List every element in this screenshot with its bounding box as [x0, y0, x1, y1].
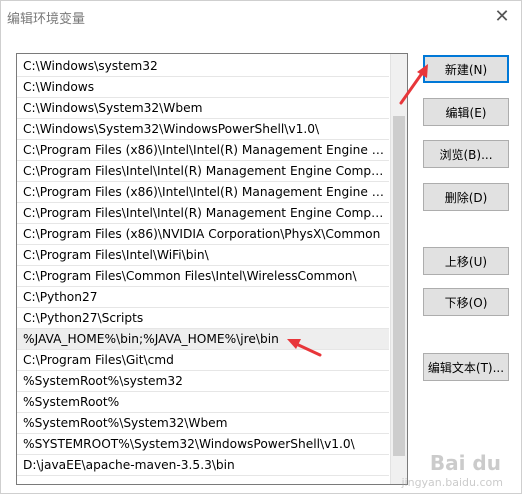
- path-list-item[interactable]: C:\Program Files (x86)\Intel\Intel(R) Ma…: [17, 140, 389, 161]
- close-button[interactable]: ✕: [489, 3, 515, 29]
- window-title: 编辑环境变量: [7, 12, 86, 27]
- path-list-item[interactable]: %SystemRoot%: [17, 392, 389, 413]
- path-list-item[interactable]: C:\Python27\Scripts: [17, 308, 389, 329]
- edit-button[interactable]: 编辑(E): [423, 98, 509, 126]
- path-list-item[interactable]: C:\Program Files\Intel\WiFi\bin\: [17, 245, 389, 266]
- watermark-url: jingyan.baidu.com: [401, 476, 503, 489]
- move-down-button[interactable]: 下移(O): [423, 288, 509, 316]
- path-list-item[interactable]: C:\Program Files (x86)\Intel\Intel(R) Ma…: [17, 182, 389, 203]
- path-list-item[interactable]: C:\Windows\System32\WindowsPowerShell\v1…: [17, 119, 389, 140]
- annotation-arrow-java-home: [287, 339, 322, 357]
- path-list-item[interactable]: C:\Windows\System32\Wbem: [17, 98, 389, 119]
- close-icon: ✕: [494, 5, 510, 27]
- browse-button[interactable]: 浏览(B)...: [423, 140, 509, 168]
- path-list-item[interactable]: C:\Windows\system32: [17, 56, 389, 77]
- watermark-logo: Bai du: [429, 451, 501, 475]
- path-list-item[interactable]: C:\Program Files\Intel\Intel(R) Manageme…: [17, 203, 389, 224]
- scrollbar-thumb[interactable]: [393, 116, 405, 456]
- path-list-item[interactable]: %SystemRoot%\System32\Wbem: [17, 413, 389, 434]
- annotation-arrow-new: [399, 64, 428, 105]
- path-list-item[interactable]: %JAVA_HOME%\bin;%JAVA_HOME%\jre\bin: [17, 329, 389, 350]
- new-button[interactable]: 新建(N): [423, 55, 509, 83]
- path-list-item[interactable]: C:\Python27: [17, 287, 389, 308]
- path-list-item[interactable]: %SystemRoot%\system32: [17, 371, 389, 392]
- path-list-item[interactable]: D:\javaEE\apache-maven-3.5.3\bin: [17, 455, 389, 476]
- path-list-item[interactable]: C:\Program Files\Common Files\Intel\Wire…: [17, 266, 389, 287]
- path-list-item[interactable]: %SYSTEMROOT%\System32\WindowsPowerShell\…: [17, 434, 389, 455]
- path-list-items: C:\Windows\system32 C:\Windows C:\Windows\…: [17, 56, 389, 476]
- title-bar: 编辑环境变量 ✕: [1, 1, 521, 33]
- path-list-item[interactable]: C:\Program Files\Intel\Intel(R) Manageme…: [17, 161, 389, 182]
- edit-env-variable-dialog: 编辑环境变量 ✕ C:\Windows\system32 C:\Windows C:…: [0, 0, 522, 494]
- list-scrollbar[interactable]: [390, 54, 407, 484]
- edit-text-button[interactable]: 编辑文本(T)...: [423, 353, 509, 381]
- move-up-button[interactable]: 上移(U): [423, 247, 509, 275]
- path-list-item[interactable]: C:\Program Files (x86)\NVIDIA Corporatio…: [17, 224, 389, 245]
- path-list-item[interactable]: C:\Windows: [17, 77, 389, 98]
- path-list[interactable]: C:\Windows\system32 C:\Windows C:\Windows\…: [16, 53, 408, 485]
- delete-button[interactable]: 删除(D): [423, 183, 509, 211]
- path-list-item[interactable]: C:\Program Files\Git\cmd: [17, 350, 389, 371]
